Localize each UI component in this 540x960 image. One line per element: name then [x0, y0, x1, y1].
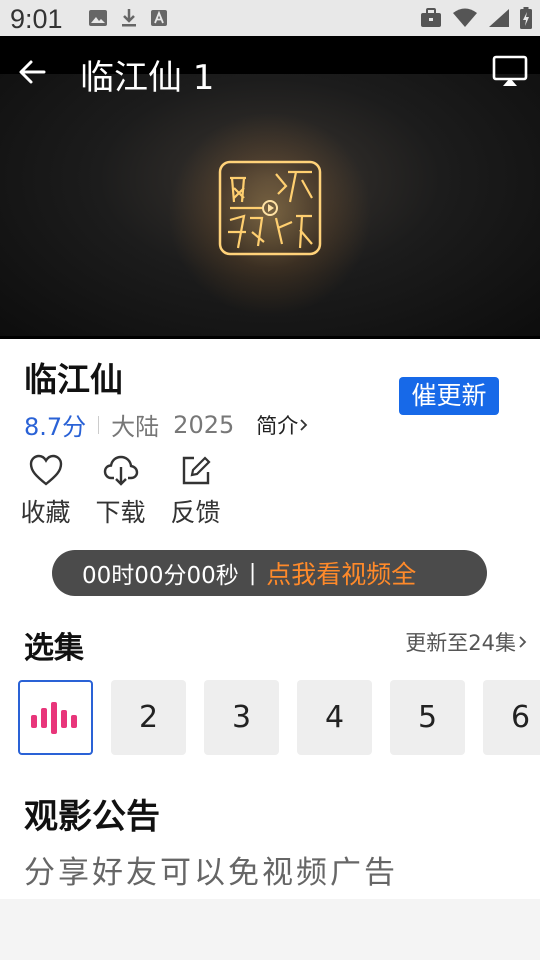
intro-link[interactable]: 简介 — [256, 410, 310, 440]
battery-icon — [520, 7, 532, 29]
signal-icon — [489, 9, 509, 27]
episodes-heading: 选集 — [24, 631, 84, 666]
briefcase-icon — [421, 8, 441, 27]
arrow-left-icon — [19, 60, 46, 84]
notice-text: 分享好友可以免视频广告 — [24, 855, 398, 891]
feedback-button[interactable]: 反馈 — [158, 453, 233, 529]
chevron-right-icon — [519, 636, 527, 648]
episode-item-current[interactable] — [18, 680, 93, 755]
video-frame[interactable] — [0, 74, 540, 336]
promo-divider: | — [248, 560, 257, 586]
image-icon — [89, 10, 107, 26]
episode-item[interactable]: 4 — [297, 680, 372, 755]
show-meta: 8.7分 大陆 2025 简介 — [24, 407, 310, 442]
video-title: 临江仙 1 — [80, 58, 215, 98]
episode-item[interactable]: 5 — [390, 680, 465, 755]
system-icons — [420, 6, 532, 30]
edit-icon — [182, 456, 211, 485]
brand-logo — [218, 160, 322, 256]
detail-panel: 临江仙 8.7分 大陆 2025 简介 催更新 收藏 下载 反馈 00时00分0… — [0, 339, 540, 899]
cast-icon — [492, 55, 528, 86]
notification-icons — [88, 8, 168, 28]
favorite-button[interactable]: 收藏 — [8, 453, 83, 529]
episodes-update-label: 更新至24集 — [405, 631, 516, 655]
feedback-label: 反馈 — [170, 498, 221, 527]
episode-item[interactable]: 6 — [483, 680, 540, 755]
download-icon — [122, 9, 136, 27]
video-player[interactable]: 临江仙 1 — [0, 36, 540, 339]
playing-equalizer-icon — [30, 701, 77, 734]
episode-item[interactable]: 2 — [111, 680, 186, 755]
region-label: 大陆 — [111, 413, 160, 441]
wifi-icon — [453, 8, 477, 27]
back-button[interactable] — [14, 54, 54, 90]
download-label: 下载 — [95, 498, 146, 527]
meta-divider — [98, 415, 100, 434]
notice-heading: 观影公告 — [24, 797, 160, 837]
chevron-right-icon — [300, 418, 308, 431]
favorite-label: 收藏 — [20, 498, 71, 527]
cast-button[interactable] — [492, 54, 528, 88]
countdown-timer: 00时00分00秒 — [82, 563, 239, 589]
cloud-download-icon — [103, 455, 138, 486]
watch-full-promo[interactable]: 00时00分00秒 | 点我看视频全 — [52, 550, 487, 596]
download-button[interactable]: 下载 — [83, 453, 158, 529]
action-row: 收藏 下载 反馈 — [8, 453, 233, 529]
episode-item[interactable]: 3 — [204, 680, 279, 755]
show-title: 临江仙 — [24, 360, 123, 399]
font-icon — [151, 10, 167, 26]
heart-icon — [29, 454, 62, 486]
intro-label: 简介 — [256, 413, 299, 438]
year-label: 2025 — [173, 410, 235, 439]
score-label: 8.7分 — [24, 413, 87, 441]
status-bar: 9:01 — [0, 0, 540, 36]
episode-list: 2 3 4 5 6 — [18, 680, 540, 755]
status-time: 9:01 — [10, 4, 63, 34]
watch-full-cta[interactable]: 点我看视频全 — [266, 555, 416, 591]
episodes-more-link[interactable]: 更新至24集 — [405, 627, 530, 657]
urge-update-button[interactable]: 催更新 — [399, 377, 499, 415]
